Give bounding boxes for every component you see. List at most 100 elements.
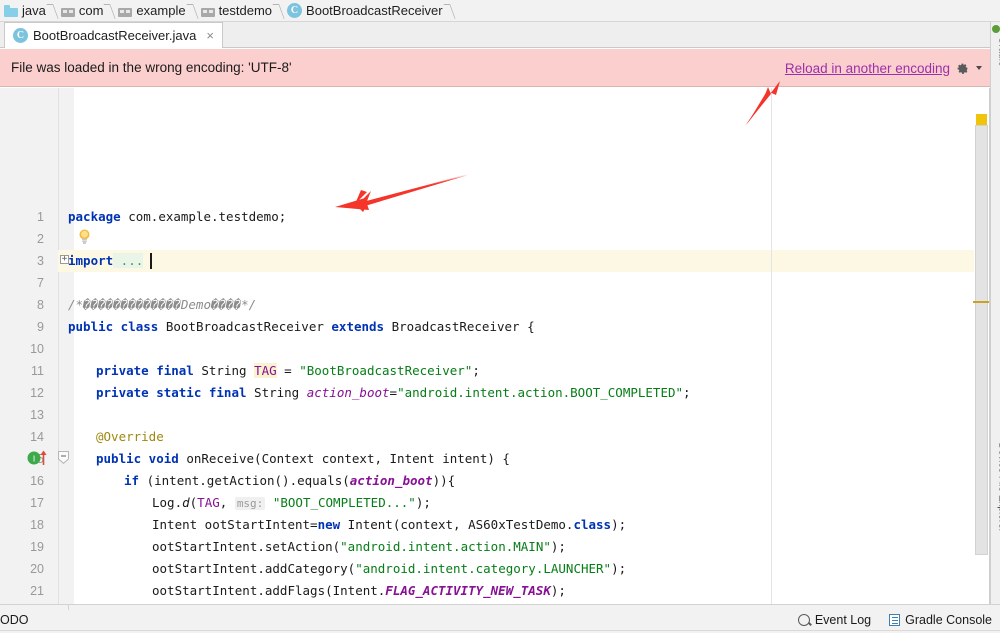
- notification-message: File was loaded in the wrong encoding: '…: [11, 60, 292, 75]
- gutter-icon-strip: [58, 88, 74, 604]
- package-icon: [60, 5, 75, 17]
- right-margin-guide: [771, 88, 772, 604]
- android-studio-editor-window: java com example testdemo C BootBroadcas…: [0, 0, 1000, 633]
- code-token-text: );: [550, 539, 566, 554]
- code-editor[interactable]: 1 2 3 7 8 9 10 11 12 13 14 15 16 17 18 1…: [0, 88, 990, 604]
- line-number: 3: [37, 254, 44, 268]
- line-number: 19: [30, 540, 44, 554]
- right-tool-window-bar: Gradle Device File Explorer: [990, 22, 1000, 604]
- line-number: 1: [37, 210, 44, 224]
- line-number: 20: [30, 562, 44, 576]
- line-number: 2: [37, 232, 44, 246]
- tool-window-device-file-explorer[interactable]: Device File Explorer: [997, 443, 1000, 532]
- package-icon: [200, 5, 215, 17]
- code-token-text: BroadcastReceiver {: [384, 319, 535, 334]
- code-token-constant: FLAG_ACTIVITY_NEW_TASK: [385, 583, 551, 598]
- code-line-15: public void onReceive(Context context, I…: [96, 448, 510, 470]
- java-class-icon: C: [287, 3, 303, 18]
- line-number: 17: [30, 496, 44, 510]
- code-line-11: private final String TAG = "BootBroadcas…: [96, 360, 480, 382]
- source-folder-icon: [4, 4, 18, 17]
- todo-tool-window-button[interactable]: ODO: [0, 605, 28, 633]
- code-token-text: =: [276, 363, 300, 378]
- code-token-keyword: private final: [96, 363, 194, 378]
- line-number: 13: [30, 408, 44, 422]
- collapsed-imports-placeholder[interactable]: ...: [113, 253, 144, 268]
- code-token-string: "BootBroadcastReceiver": [299, 363, 473, 378]
- code-token-text: );: [415, 495, 431, 510]
- breadcrumb-label: example: [136, 3, 186, 18]
- code-line-9: public class BootBroadcastReceiver exten…: [68, 316, 535, 338]
- gradle-console-button[interactable]: Gradle Console: [889, 613, 992, 627]
- reload-in-another-encoding-link[interactable]: Reload in another encoding: [785, 61, 950, 76]
- code-line-17: Log.d(TAG, msg: "BOOT_COMPLETED...");: [152, 492, 431, 514]
- breadcrumb-separator: [48, 0, 57, 22]
- code-token-keyword: new: [317, 517, 341, 532]
- event-log-icon: [797, 613, 810, 626]
- text-caret: [150, 253, 152, 269]
- breadcrumb-separator: [105, 0, 114, 22]
- breadcrumb-label: java: [22, 3, 46, 18]
- line-number: 10: [30, 342, 44, 356]
- event-log-label: Event Log: [814, 612, 872, 627]
- code-token-string: "android.intent.action.BOOT_COMPLETED": [397, 385, 684, 400]
- code-token-static-field: action_boot: [349, 473, 433, 488]
- event-log-button[interactable]: Event Log: [797, 612, 872, 627]
- editor-scrollbar-thumb[interactable]: [975, 125, 988, 555]
- close-icon[interactable]: ×: [204, 29, 216, 42]
- code-token-text: ;: [683, 385, 691, 400]
- code-token-string: "android.intent.category.LAUNCHER": [355, 561, 612, 576]
- code-line-16: if (intent.getAction().equals(action_boo…: [124, 470, 455, 492]
- breadcrumb-item-example[interactable]: example: [114, 0, 187, 22]
- line-number: 16: [30, 474, 44, 488]
- code-token-keyword: public class: [68, 319, 159, 334]
- breadcrumb-item-com[interactable]: com: [57, 0, 106, 22]
- breadcrumb-separator: [445, 0, 454, 22]
- fold-collapse-region-icon[interactable]: [58, 451, 69, 464]
- gear-icon[interactable]: [956, 62, 969, 75]
- editor-tab-bootbroadcastreceiver[interactable]: C BootBroadcastReceiver.java ×: [4, 22, 223, 48]
- breadcrumb-label: testdemo: [218, 3, 273, 18]
- breadcrumb-separator: [274, 0, 283, 22]
- code-token-keyword: private static final: [96, 385, 247, 400]
- parameter-hint-inlay: msg:: [234, 497, 266, 510]
- code-line-14: @Override: [96, 426, 164, 448]
- code-token-text: String: [193, 363, 255, 378]
- code-token-text: com.example.testdemo;: [120, 209, 287, 224]
- breadcrumb: java com example testdemo C BootBroadcas…: [0, 0, 1000, 22]
- chevron-down-icon[interactable]: [976, 66, 982, 70]
- code-line-3: import ...: [68, 250, 144, 272]
- tool-window-gradle[interactable]: Gradle: [997, 37, 1000, 107]
- code-token-text: )){: [432, 473, 456, 488]
- breadcrumb-item-java[interactable]: java: [0, 0, 48, 22]
- code-token-text: String: [246, 385, 307, 400]
- code-token-text: ,: [219, 495, 235, 510]
- code-token-static-field: action_boot: [306, 385, 390, 400]
- code-token-text: ootStartIntent.addFlags(Intent.: [152, 583, 386, 598]
- code-token-text: );: [611, 517, 627, 532]
- editor-tab-label: BootBroadcastReceiver.java: [33, 28, 197, 43]
- code-token-text: onReceive(Context context, Intent intent…: [178, 451, 510, 466]
- code-token-text: );: [550, 583, 566, 598]
- code-token-text: ootStartIntent.addCategory(: [152, 561, 356, 576]
- code-token-string: "BOOT_COMPLETED...": [265, 495, 416, 510]
- encoding-notification-banner: File was loaded in the wrong encoding: '…: [0, 49, 990, 87]
- code-token-field-tag: TAG: [254, 363, 277, 378]
- code-token-field-tag: TAG: [197, 495, 220, 510]
- code-token-text: =: [389, 385, 398, 400]
- lightbulb-intention-icon[interactable]: [78, 229, 91, 244]
- code-line-19: ootStartIntent.setAction("android.intent…: [152, 536, 566, 558]
- caret-line-highlight: [58, 250, 990, 272]
- gutter-divider: [58, 88, 59, 604]
- code-token-text: Intent(context, AS60xTestDemo.: [340, 517, 574, 532]
- code-line-8: /*�������������Demo����*/: [68, 294, 256, 316]
- code-token-keyword: class: [573, 517, 612, 532]
- line-number: 12: [30, 386, 44, 400]
- line-number: 21: [30, 584, 44, 598]
- warning-marker[interactable]: [976, 114, 987, 125]
- breadcrumb-item-testdemo[interactable]: testdemo: [197, 0, 274, 22]
- code-token-keyword: package: [68, 209, 121, 224]
- code-token-keyword: public void: [96, 451, 179, 466]
- overriding-method-icon[interactable]: I: [26, 449, 52, 467]
- breadcrumb-item-bootbroadcastreceiver[interactable]: C BootBroadcastReceiver: [283, 0, 445, 22]
